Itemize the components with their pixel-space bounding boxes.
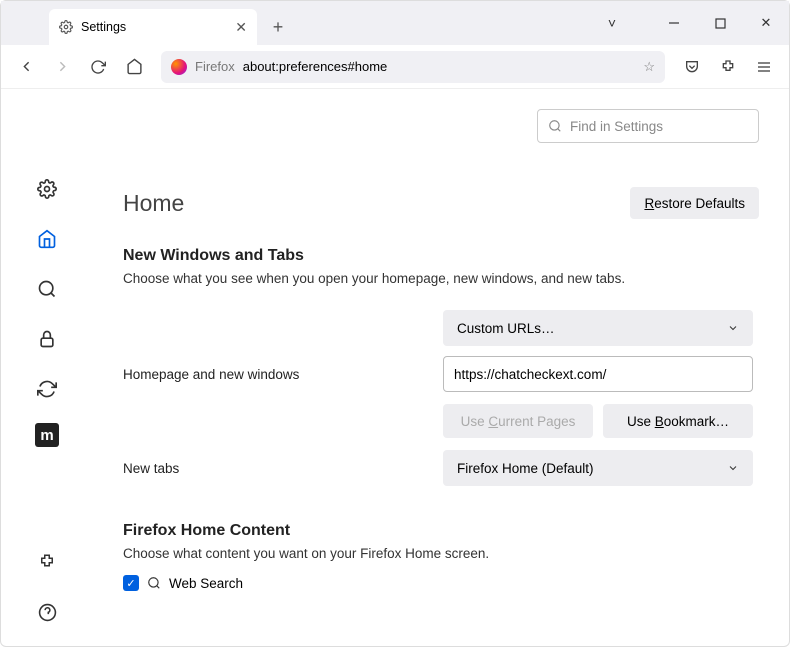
back-button[interactable] — [11, 52, 41, 82]
sidenav-extensions[interactable] — [27, 542, 67, 582]
section-new-windows-desc: Choose what you see when you open your h… — [123, 271, 759, 286]
sidenav-privacy[interactable] — [27, 319, 67, 359]
navigation-toolbar: Firefox about:preferences#home ☆ — [1, 45, 789, 89]
newtabs-select[interactable]: Firefox Home (Default) — [443, 450, 753, 486]
settings-main: Find in Settings Home RRestore Defaultse… — [93, 89, 789, 646]
pocket-icon[interactable] — [677, 52, 707, 82]
homepage-mode-select[interactable]: Custom URLs… — [443, 310, 753, 346]
chevron-down-icon — [727, 462, 739, 474]
browser-tab[interactable]: Settings ✕ — [49, 9, 257, 45]
sidenav-more[interactable]: m — [35, 423, 59, 447]
section-home-content-heading: Firefox Home Content — [123, 522, 759, 540]
firefox-icon — [171, 59, 187, 75]
bookmark-star-icon[interactable]: ☆ — [643, 59, 655, 75]
homepage-mode-value: Custom URLs… — [457, 321, 555, 336]
sidenav-general[interactable] — [27, 169, 67, 209]
newtabs-label: New tabs — [123, 461, 443, 476]
use-current-pages-button[interactable]: Use Current Pages — [443, 404, 593, 438]
url-brand: Firefox — [195, 59, 235, 74]
minimize-button[interactable] — [651, 3, 697, 43]
new-tab-button[interactable]: + — [263, 12, 293, 42]
tab-overflow-icon[interactable]: ˅ — [589, 3, 635, 43]
sidenav-sync[interactable] — [27, 369, 67, 409]
extensions-icon[interactable] — [713, 52, 743, 82]
sidenav-home[interactable] — [27, 219, 67, 259]
section-home-content-desc: Choose what content you want on your Fir… — [123, 546, 759, 561]
use-bookmark-button[interactable]: Use Bookmark… — [603, 404, 753, 438]
forward-button[interactable] — [47, 52, 77, 82]
title-bar: Settings ✕ + ˅ ✕ — [1, 1, 789, 45]
newtabs-value: Firefox Home (Default) — [457, 461, 594, 476]
gear-icon — [59, 20, 73, 34]
page-title: Home — [123, 190, 184, 217]
section-new-windows-heading: New Windows and Tabs — [123, 247, 759, 265]
sidenav-help[interactable] — [27, 592, 67, 632]
tab-title: Settings — [81, 20, 126, 34]
menu-icon[interactable] — [749, 52, 779, 82]
settings-sidenav: m — [1, 89, 93, 646]
find-settings-input[interactable]: Find in Settings — [537, 109, 759, 143]
homepage-label: Homepage and new windows — [123, 367, 443, 382]
find-placeholder: Find in Settings — [570, 119, 663, 134]
web-search-label: Web Search — [169, 576, 243, 591]
reload-button[interactable] — [83, 52, 113, 82]
sidenav-search[interactable] — [27, 269, 67, 309]
url-text: about:preferences#home — [243, 59, 388, 74]
close-tab-icon[interactable]: ✕ — [235, 19, 247, 36]
url-bar[interactable]: Firefox about:preferences#home ☆ — [161, 51, 665, 83]
search-icon — [548, 119, 562, 133]
close-window-button[interactable]: ✕ — [743, 3, 789, 43]
search-icon — [147, 576, 161, 590]
web-search-checkbox[interactable]: ✓ — [123, 575, 139, 591]
restore-defaults-button[interactable]: RRestore Defaultsestore Defaults — [630, 187, 759, 219]
homepage-url-input[interactable] — [443, 356, 753, 392]
home-button[interactable] — [119, 52, 149, 82]
maximize-button[interactable] — [697, 3, 743, 43]
chevron-down-icon — [727, 322, 739, 334]
